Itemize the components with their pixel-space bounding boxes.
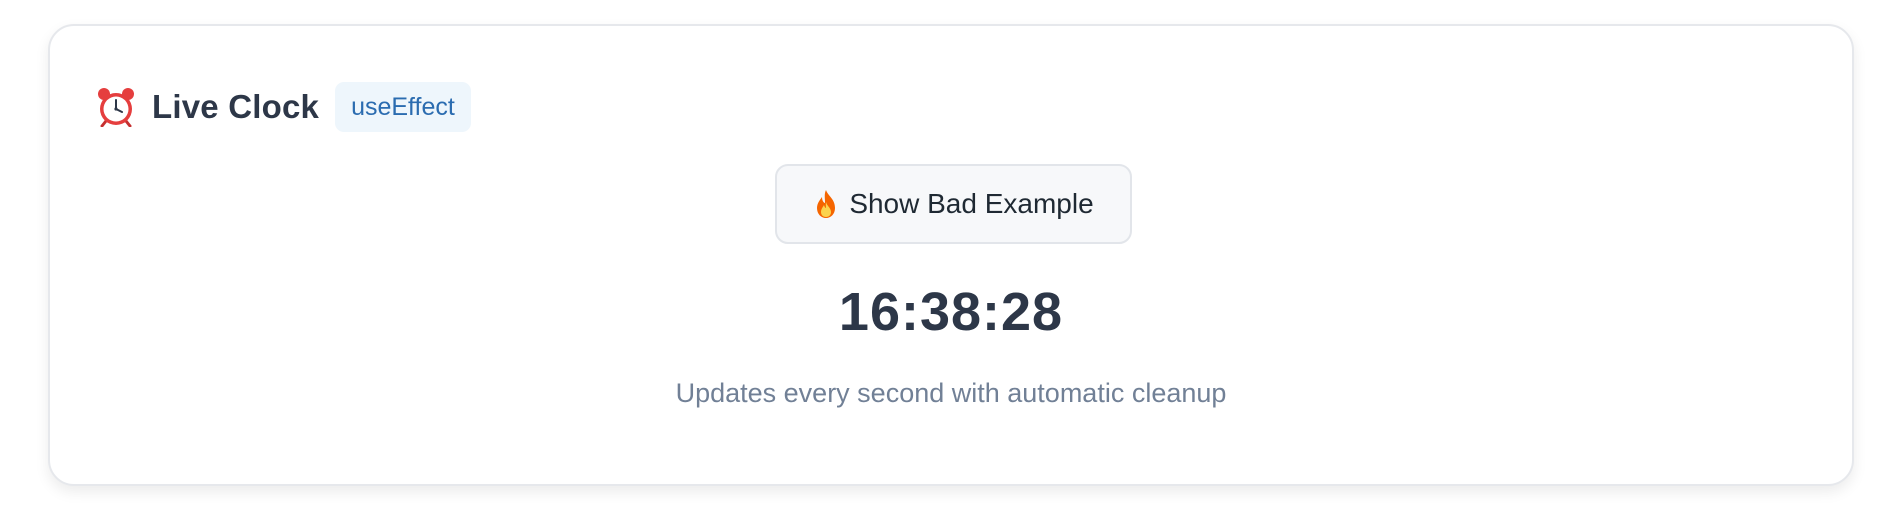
show-bad-example-label: Show Bad Example [849, 188, 1094, 219]
alarm-clock-icon [96, 87, 136, 128]
clock-description: Updates every second with automatic clea… [675, 378, 1227, 408]
live-clock-card: Live Clock useEffect Show Bad Example 16… [48, 24, 1854, 486]
hook-badge: useEffect [335, 82, 471, 132]
fire-icon [813, 189, 839, 219]
card-title: Live Clock [152, 88, 320, 125]
card-header: Live Clock useEffect [96, 81, 471, 133]
show-bad-example-button[interactable]: Show Bad Example [775, 164, 1132, 244]
clock-time: 16:38:28 [838, 282, 1064, 342]
